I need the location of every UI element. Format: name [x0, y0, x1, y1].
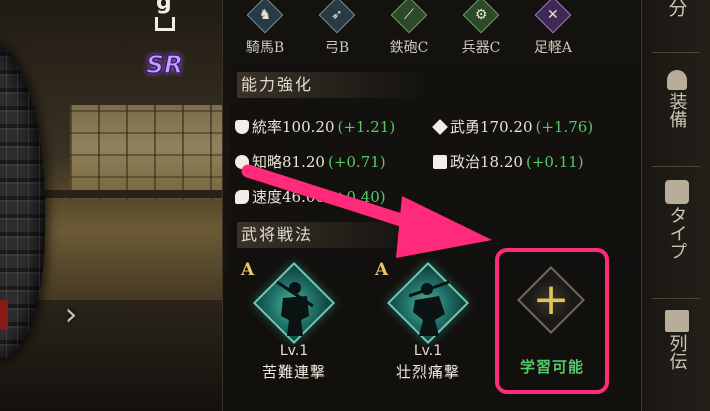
rail-tab-equipment[interactable]: 装備 [642, 70, 710, 128]
rail-tab-type[interactable]: タイプ [642, 180, 710, 260]
bow-icon: ➶ [318, 0, 356, 34]
shoji-screen [70, 105, 230, 200]
tactic-level: Lv.1 [279, 343, 309, 359]
rail-tab-partial[interactable]: 分 [642, 0, 710, 17]
stat-bonus: (+1.21) [337, 118, 396, 136]
plus-icon: + [532, 274, 570, 325]
cannon-icon: ⚙ [462, 0, 500, 34]
stat-leadership: 統率100.20 (+1.21) [235, 116, 395, 137]
tactic-rank: A [241, 260, 255, 280]
rail-tab-label: 装備 [666, 92, 688, 128]
politics-icon [433, 155, 447, 169]
stat-label: 速度 [252, 188, 283, 206]
rail-tab-biography[interactable]: 列伝 [642, 310, 710, 370]
valor-icon [432, 119, 448, 135]
stat-label: 政治 [450, 153, 481, 171]
foot-soldier-icon: ✕ [534, 0, 572, 34]
tactic-card-1[interactable]: A Lv.1 苦難連撃 [239, 258, 349, 388]
stat-label: 武勇 [450, 118, 481, 136]
rail-tab-label: タイプ [666, 206, 688, 260]
stat-bonus: (+0.40) [327, 188, 386, 206]
rail-divider [652, 52, 700, 53]
stat-label: 統率 [252, 118, 283, 136]
stat-politics: 政治18.20 (+0.11) [433, 151, 584, 172]
aptitude-label: 騎馬B [245, 40, 285, 56]
warrior-silhouette-icon [276, 280, 314, 336]
partial-box-glyph [155, 17, 175, 31]
rail-divider [652, 298, 700, 299]
helmet-icon [666, 70, 687, 90]
aptitude-label: 兵器C [461, 40, 501, 56]
stat-value: 100.20 [282, 118, 335, 136]
warrior-silhouette-icon [409, 280, 449, 336]
section-title-tactics: 武将戦法 [237, 222, 427, 248]
right-menu-rail: 分 装備 タイプ 列伝 [641, 0, 710, 411]
aptitude-row: ♞ 騎馬B ➶ 弓B ⟋ 鉄砲C ⚙ 兵器C ✕ 足軽A [235, 0, 595, 60]
rail-tab-label: 列伝 [666, 334, 688, 370]
stat-speed: 速度46.00 (+0.40) [235, 186, 386, 207]
tactic-name: 壮烈痛撃 [395, 363, 460, 381]
stat-value: 18.20 [480, 153, 523, 171]
partial-top-emblem: g [150, 0, 180, 36]
stat-value: 81.20 [282, 153, 325, 171]
general-detail-panel: ♞ 騎馬B ➶ 弓B ⟋ 鉄砲C ⚙ 兵器C ✕ 足軽A 能力強化 統率100.… [222, 0, 640, 411]
aptitude-label: 足軽A [533, 40, 573, 56]
rarity-badge: SR [145, 49, 184, 80]
chevron-right-icon[interactable]: › [58, 294, 84, 334]
learn-available-label: 学習可能 [519, 358, 584, 376]
stat-intellect: 知略81.20 (+0.71) [235, 151, 386, 172]
tactic-rank: A [375, 260, 389, 280]
aptitude-label: 弓B [324, 40, 350, 56]
background-scene [0, 0, 230, 411]
empty-tactic-frame: + [517, 266, 585, 334]
tactic-card-2[interactable]: A Lv.1 壮烈痛撃 [373, 258, 483, 388]
stat-bonus: (+0.11) [525, 153, 584, 171]
rail-tab-label: 分 [665, 0, 688, 17]
armor-red-cord [0, 300, 8, 330]
stat-value: 46.00 [282, 188, 325, 206]
stat-valor: 武勇170.20 (+1.76) [432, 116, 594, 137]
stat-label: 知略 [252, 153, 283, 171]
tactic-name: 苦難連撃 [261, 363, 326, 381]
stat-value: 170.20 [480, 118, 533, 136]
partial-glyph: g [156, 0, 172, 15]
leadership-icon [235, 120, 249, 134]
speed-icon [235, 190, 249, 204]
section-title-stats: 能力強化 [237, 72, 427, 98]
scroll-icon [664, 310, 689, 332]
flag-icon [664, 180, 689, 204]
musket-icon: ⟋ [390, 0, 428, 34]
stat-bonus: (+0.71) [327, 153, 386, 171]
aptitude-label: 鉄砲C [389, 40, 429, 56]
intellect-icon [235, 155, 249, 169]
rail-divider [652, 166, 700, 167]
floor [0, 300, 230, 411]
horse-icon: ♞ [246, 0, 284, 34]
learn-tactic-slot[interactable]: + 学習可能 [495, 248, 609, 394]
tactic-level: Lv.1 [413, 343, 443, 359]
stat-bonus: (+1.76) [535, 118, 594, 136]
